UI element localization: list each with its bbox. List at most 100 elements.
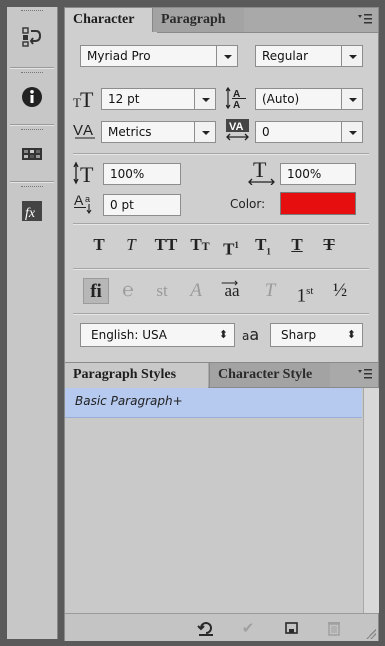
- svg-text:A: A: [74, 192, 84, 208]
- chevron-down-icon[interactable]: [341, 46, 362, 66]
- styles-panel-footer: ✔: [65, 613, 378, 641]
- antialias-dropdown[interactable]: Sharp ⬍: [270, 323, 363, 347]
- up-down-arrows-icon: ⬍: [218, 328, 228, 341]
- strip-section-swatches: [7, 126, 57, 181]
- horizontal-scale-field[interactable]: 100%: [280, 163, 356, 185]
- language-dropdown[interactable]: English: USA ⬍: [80, 323, 235, 347]
- section-divider: [73, 223, 369, 225]
- strip-section-styles: fx: [7, 183, 57, 238]
- svg-text:A: A: [233, 100, 240, 110]
- vertical-scale-icon: T: [73, 161, 99, 189]
- swash-button[interactable]: A: [183, 278, 209, 304]
- section-divider: [73, 313, 369, 315]
- horizontal-scale-value: 100%: [287, 167, 322, 181]
- font-style-value: Regular: [262, 49, 309, 63]
- faux-italic-button[interactable]: T: [119, 234, 143, 256]
- contextual-alternates-button[interactable]: ℮: [115, 278, 141, 304]
- font-family-dropdown[interactable]: Myriad Pro: [80, 45, 238, 67]
- tracking-value: 0: [262, 125, 270, 139]
- vertical-scale-value: 100%: [110, 167, 145, 181]
- all-caps-button[interactable]: TT: [151, 234, 181, 256]
- svg-text:A: A: [83, 122, 93, 139]
- svg-text:T: T: [80, 162, 94, 185]
- strip-grip[interactable]: [21, 10, 43, 13]
- color-label: Color:: [230, 197, 266, 211]
- resize-grip[interactable]: [366, 629, 376, 639]
- panel-dock-strip: fx: [7, 7, 58, 639]
- tab-paragraph[interactable]: Paragraph: [152, 8, 244, 32]
- tab-paragraph-styles[interactable]: Paragraph Styles: [65, 363, 208, 388]
- tab-character-styles[interactable]: Character Style: [209, 363, 330, 387]
- checkmark-icon[interactable]: ✔: [239, 619, 257, 637]
- trash-icon[interactable]: [325, 619, 343, 637]
- panel-menu-icon[interactable]: [358, 368, 372, 380]
- kerning-icon: V A: [73, 119, 99, 145]
- character-panel: Character Paragraph Myriad Pro Regular T…: [64, 7, 379, 364]
- styles-fx-icon[interactable]: fx: [20, 199, 44, 223]
- titling-alternates-button[interactable]: T: [257, 278, 283, 304]
- svg-text:fx: fx: [25, 206, 36, 221]
- vertical-scale-field[interactable]: 100%: [103, 163, 181, 185]
- superscript-button[interactable]: T1: [219, 234, 243, 259]
- tracking-icon: VA: [225, 118, 251, 146]
- leading-icon: A A: [225, 86, 250, 114]
- svg-text:VA: VA: [229, 121, 244, 133]
- svg-text:T: T: [80, 87, 94, 111]
- character-panel-tabbar: Character Paragraph: [65, 8, 378, 33]
- info-icon[interactable]: [20, 85, 44, 109]
- strip-section-info: [7, 69, 57, 124]
- strip-grip[interactable]: [21, 186, 43, 189]
- styles-panel-tabbar: Paragraph Styles Character Style: [65, 363, 378, 388]
- language-value: English: USA: [91, 328, 168, 342]
- history-icon[interactable]: [20, 25, 44, 49]
- section-divider: [73, 153, 369, 155]
- panel-menu-icon[interactable]: [358, 13, 372, 25]
- font-size-icon: T T: [73, 87, 97, 115]
- chevron-down-icon[interactable]: [194, 89, 215, 109]
- chevron-down-icon[interactable]: [194, 122, 215, 142]
- list-item-selected[interactable]: Basic Paragraph+: [65, 388, 362, 418]
- arrow-right-icon: ⟶: [221, 276, 239, 290]
- chevron-down-icon[interactable]: [216, 46, 237, 66]
- strikethrough-button[interactable]: T: [317, 234, 341, 256]
- svg-text:a: a: [85, 194, 90, 204]
- small-caps-button[interactable]: Tt: [185, 234, 215, 256]
- tracking-field[interactable]: 0: [255, 121, 363, 143]
- chevron-down-icon[interactable]: [341, 122, 362, 142]
- strip-section-history: [7, 7, 57, 67]
- faux-bold-button[interactable]: T: [87, 234, 111, 256]
- antialias-value: Sharp: [281, 328, 317, 342]
- vertical-scrollbar[interactable]: [363, 388, 379, 613]
- discretionary-ligatures-button[interactable]: st: [149, 278, 175, 304]
- new-style-icon[interactable]: [283, 619, 301, 637]
- kerning-value: Metrics: [108, 125, 152, 139]
- ordinals-button[interactable]: 1st: [291, 278, 319, 306]
- leading-value: (Auto): [262, 92, 300, 106]
- font-size-value: 12 pt: [108, 92, 140, 106]
- baseline-shift-value: 0 pt: [110, 198, 134, 212]
- swatches-icon[interactable]: [20, 142, 44, 166]
- svg-text:T: T: [253, 159, 267, 182]
- subscript-button[interactable]: T1: [251, 234, 275, 256]
- baseline-shift-field[interactable]: 0 pt: [103, 194, 181, 216]
- text-color-swatch[interactable]: [280, 192, 356, 215]
- tab-character[interactable]: Character: [65, 8, 157, 33]
- strip-grip[interactable]: [21, 72, 43, 75]
- font-style-dropdown[interactable]: Regular: [255, 45, 363, 67]
- baseline-shift-icon: A a: [73, 192, 99, 218]
- paragraph-styles-panel: Paragraph Styles Character Style Basic P…: [64, 362, 379, 641]
- stylistic-alternates-button[interactable]: ⟶ aa: [217, 276, 247, 304]
- strip-grip[interactable]: [21, 129, 43, 132]
- fractions-button[interactable]: ½: [327, 278, 353, 304]
- paragraph-styles-list: Basic Paragraph+: [65, 388, 362, 613]
- standard-ligatures-button[interactable]: fi: [83, 278, 109, 304]
- horizontal-scale-icon: T: [247, 157, 277, 189]
- chevron-down-icon[interactable]: [341, 89, 362, 109]
- kerning-dropdown[interactable]: Metrics: [101, 121, 216, 143]
- clear-override-icon[interactable]: [197, 619, 215, 637]
- underline-button[interactable]: T: [285, 234, 309, 256]
- up-down-arrows-icon: ⬍: [346, 328, 356, 341]
- leading-field[interactable]: (Auto): [255, 88, 363, 110]
- font-size-field[interactable]: 12 pt: [101, 88, 216, 110]
- svg-text:V: V: [73, 122, 83, 139]
